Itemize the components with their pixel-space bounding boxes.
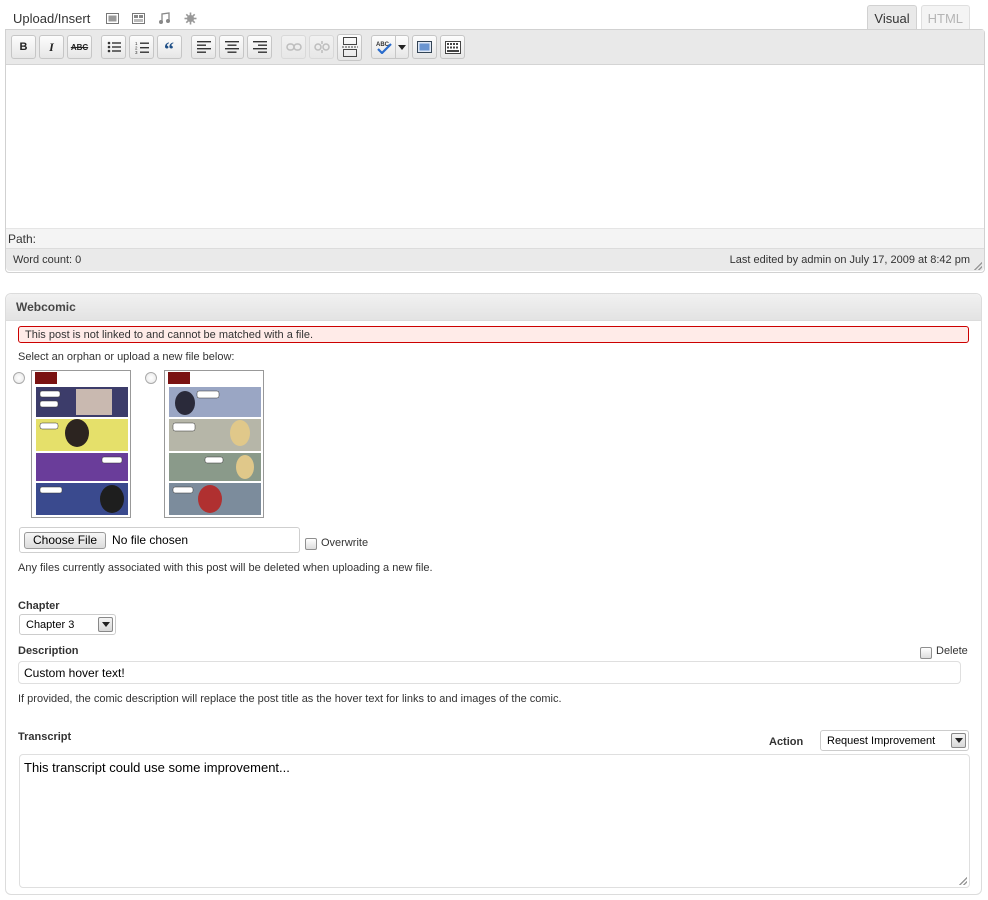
transcript-textarea[interactable]: This transcript could use some improveme… bbox=[19, 754, 970, 888]
textarea-resize-handle[interactable] bbox=[959, 877, 967, 885]
tab-visual[interactable]: Visual bbox=[867, 5, 917, 30]
blockquote-button[interactable]: “ bbox=[157, 35, 182, 59]
transcript-label: Transcript bbox=[18, 731, 72, 743]
italic-button[interactable]: I bbox=[39, 35, 64, 59]
file-upload-field[interactable]: Choose File No file chosen bbox=[19, 527, 300, 553]
action-selected-value: Request Improvement bbox=[827, 734, 936, 747]
add-video-icon[interactable] bbox=[130, 10, 146, 26]
chapter-select[interactable]: Chapter 3 bbox=[19, 614, 116, 635]
link-icon bbox=[285, 43, 302, 51]
chevron-down-icon bbox=[398, 44, 406, 50]
strikethrough-button[interactable]: ABC bbox=[67, 35, 92, 59]
tab-html[interactable]: HTML bbox=[920, 5, 970, 30]
editor-content-area[interactable] bbox=[6, 65, 984, 228]
align-right-icon bbox=[252, 41, 267, 53]
unlink-icon bbox=[313, 41, 330, 53]
transcript-text: This transcript could use some improveme… bbox=[24, 760, 290, 775]
last-edited-text: Last edited by admin on July 17, 2009 at… bbox=[729, 254, 970, 266]
transcript-action-select[interactable]: Request Improvement bbox=[820, 730, 969, 751]
chevron-down-icon bbox=[951, 733, 966, 748]
insert-more-tag-button[interactable] bbox=[337, 33, 362, 61]
spellcheck-split-button: ABC bbox=[371, 35, 409, 59]
align-center-button[interactable] bbox=[219, 35, 244, 59]
bold-button[interactable]: B bbox=[11, 35, 36, 59]
insert-link-button[interactable] bbox=[281, 35, 306, 59]
media-buttons: Upload/Insert bbox=[13, 8, 198, 28]
delete-checkbox[interactable] bbox=[920, 647, 932, 659]
add-media-icon[interactable] bbox=[182, 10, 198, 26]
numbered-list-icon: 123 bbox=[135, 41, 149, 54]
orphan-radio-1[interactable] bbox=[13, 372, 25, 384]
description-note: If provided, the comic description will … bbox=[18, 693, 562, 705]
upload-note: Any files currently associated with this… bbox=[18, 562, 433, 574]
orphan-prompt: Select an orphan or upload a new file be… bbox=[18, 351, 235, 363]
fullscreen-button[interactable] bbox=[412, 35, 437, 59]
spellcheck-icon: ABC bbox=[376, 42, 392, 54]
chapter-label: Chapter bbox=[18, 600, 60, 612]
italic-icon: I bbox=[49, 39, 54, 54]
action-label: Action bbox=[769, 736, 804, 748]
strikethrough-icon: ABC bbox=[70, 42, 89, 52]
orphan-thumbnail-1[interactable] bbox=[31, 370, 131, 518]
word-count: Word count: 0 bbox=[13, 254, 82, 266]
add-image-icon[interactable] bbox=[104, 10, 120, 26]
svg-text:“: “ bbox=[164, 42, 174, 52]
path-label: Path: bbox=[8, 231, 37, 246]
add-audio-icon[interactable] bbox=[156, 10, 172, 26]
fullscreen-icon bbox=[417, 41, 432, 53]
editor-tabs: Visual HTML bbox=[867, 5, 970, 30]
choose-file-button[interactable]: Choose File bbox=[24, 531, 107, 549]
align-left-button[interactable] bbox=[191, 35, 216, 59]
chapter-selected-value: Chapter 3 bbox=[26, 618, 75, 631]
align-right-button[interactable] bbox=[247, 35, 272, 59]
delete-label: Delete bbox=[936, 645, 968, 657]
more-tag-icon bbox=[341, 37, 358, 57]
post-editor: B I ABC 123 “ bbox=[5, 29, 985, 273]
remove-link-button[interactable] bbox=[309, 35, 334, 59]
upload-insert-label: Upload/Insert bbox=[13, 10, 91, 26]
file-status: No file chosen bbox=[112, 533, 189, 547]
orphan-radio-2[interactable] bbox=[145, 372, 157, 384]
metabox-title[interactable]: Webcomic bbox=[6, 294, 981, 321]
editor-status-bar: Word count: 0 Last edited by admin on Ju… bbox=[6, 248, 984, 271]
editor-path-bar: Path: bbox=[6, 228, 984, 248]
overwrite-checkbox[interactable] bbox=[305, 538, 317, 550]
orphan-thumbnail-2[interactable] bbox=[164, 370, 264, 518]
numbered-list-button[interactable]: 123 bbox=[129, 35, 154, 59]
bold-icon: B bbox=[19, 41, 28, 53]
overwrite-label: Overwrite bbox=[321, 537, 369, 549]
align-left-icon bbox=[196, 41, 211, 53]
bullet-list-button[interactable] bbox=[101, 35, 126, 59]
align-center-icon bbox=[224, 41, 239, 53]
spellcheck-button[interactable]: ABC bbox=[371, 35, 396, 59]
spellcheck-language-dropdown[interactable] bbox=[396, 35, 409, 59]
comic-page-thumbnail bbox=[165, 371, 263, 515]
description-label: Description bbox=[18, 645, 79, 657]
bullet-list-icon bbox=[107, 41, 121, 53]
kitchen-sink-icon bbox=[444, 40, 461, 54]
svg-text:3: 3 bbox=[135, 50, 138, 54]
editor-toolbar: B I ABC 123 “ bbox=[6, 30, 984, 65]
description-input[interactable]: Custom hover text! bbox=[18, 661, 961, 684]
editor-resize-handle[interactable] bbox=[974, 262, 982, 270]
error-message: This post is not linked to and cannot be… bbox=[18, 326, 969, 343]
comic-page-thumbnail bbox=[32, 371, 130, 515]
chevron-down-icon bbox=[98, 617, 113, 632]
webcomic-metabox: Webcomic This post is not linked to and … bbox=[5, 293, 982, 895]
kitchen-sink-button[interactable] bbox=[440, 35, 465, 59]
blockquote-icon: “ bbox=[164, 42, 174, 52]
